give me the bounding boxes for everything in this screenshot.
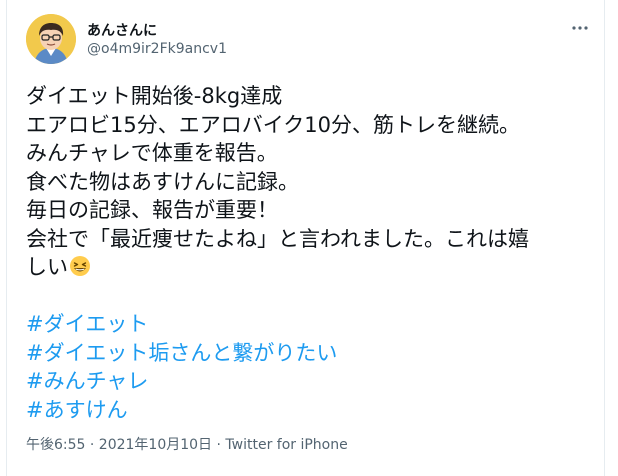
- grinning-squinting-face-emoji-icon: [69, 255, 91, 277]
- tweet-line: みんチャレで体重を報告。: [26, 141, 278, 165]
- hashtag-link[interactable]: #みんチャレ: [26, 367, 591, 396]
- hashtag-link[interactable]: #ダイエット垢さんと繋がりたい: [26, 339, 591, 368]
- avatar[interactable]: [26, 14, 76, 64]
- tweet-card: あんさんに @o4m9ir2Fk9ancv1 ダイエット開始後-8kg達成 エア…: [6, 0, 605, 476]
- tweet-text: ダイエット開始後-8kg達成 エアロビ15分、エアロバイク10分、筋トレを継続。…: [26, 82, 591, 424]
- tweet-line: 会社で「最近痩せたよね」と言われました。これは嬉: [26, 226, 529, 251]
- avatar-illustration: [26, 14, 76, 64]
- more-dots-glyph: [572, 26, 588, 30]
- display-name[interactable]: あんさんに: [87, 20, 157, 40]
- tweet-line: ダイエット開始後-8kg達成: [26, 84, 283, 108]
- more-horizontal-icon[interactable]: [570, 18, 590, 42]
- hashtag-link[interactable]: #ダイエット: [26, 310, 591, 339]
- tweet-line: 毎日の記録、報告が重要！: [26, 198, 278, 222]
- tweet-timestamp[interactable]: 午後6:55 · 2021年10月10日 · Twitter for iPhon…: [26, 434, 348, 454]
- tweet-line: しい: [26, 255, 68, 279]
- tweet-line: 食べた物はあすけんに記録。: [26, 169, 299, 194]
- hashtag-link[interactable]: #あすけん: [26, 396, 591, 425]
- tweet-line-with-emoji: しい: [26, 253, 591, 282]
- tweet-line: エアロビ15分、エアロバイク10分、筋トレを継続。: [26, 112, 521, 137]
- user-handle[interactable]: @o4m9ir2Fk9ancv1: [87, 41, 227, 57]
